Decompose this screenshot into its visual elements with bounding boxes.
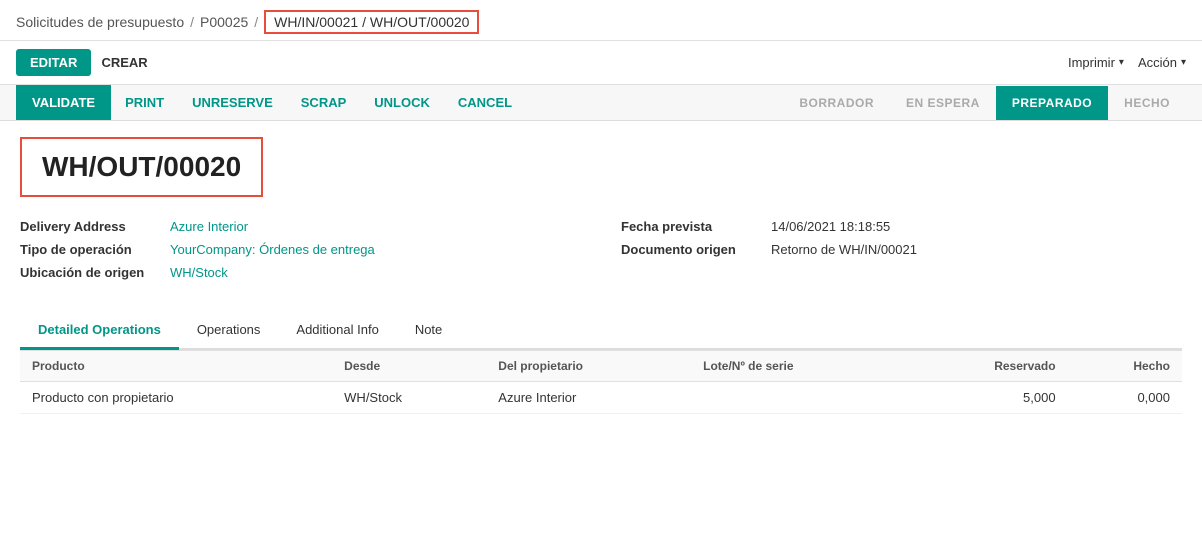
edit-button[interactable]: EDITAR [16, 49, 91, 76]
col-header-reservado: Reservado [907, 351, 1068, 382]
table-header-row: Producto Desde Del propietario Lote/Nº d… [20, 351, 1182, 382]
tab-additional-info[interactable]: Additional Info [278, 312, 396, 350]
field-ubicacion-origen: Ubicación de origen WH/Stock [20, 265, 581, 280]
cell-hecho: 0,000 [1068, 382, 1182, 414]
operations-table: Producto Desde Del propietario Lote/Nº d… [20, 350, 1182, 414]
create-button[interactable]: CREAR [101, 55, 147, 70]
field-label-ubicacion: Ubicación de origen [20, 265, 170, 280]
col-header-producto: Producto [20, 351, 332, 382]
status-hecho: HECHO [1108, 86, 1186, 120]
document-title: WH/OUT/00020 [42, 151, 241, 183]
field-value-doc-origen: Retorno de WH/IN/00021 [771, 242, 917, 257]
cell-reservado: 5,000 [907, 382, 1068, 414]
document-title-box: WH/OUT/00020 [20, 137, 263, 197]
workflow-bar: VALIDATE PRINT UNRESERVE SCRAP UNLOCK CA… [0, 85, 1202, 121]
field-value-delivery[interactable]: Azure Interior [170, 219, 248, 234]
field-label-fecha: Fecha prevista [621, 219, 771, 234]
field-fecha-prevista: Fecha prevista 14/06/2021 18:18:55 [621, 219, 1182, 234]
print-button[interactable]: PRINT [111, 85, 178, 120]
workflow-actions: VALIDATE PRINT UNRESERVE SCRAP UNLOCK CA… [16, 85, 526, 120]
action-label: Acción [1138, 55, 1177, 70]
tab-note[interactable]: Note [397, 312, 460, 350]
fields-right: Fecha prevista 14/06/2021 18:18:55 Docum… [621, 219, 1182, 288]
status-borrador: BORRADOR [783, 86, 890, 120]
col-header-hecho: Hecho [1068, 351, 1182, 382]
cell-lote [691, 382, 907, 414]
print-arrow-icon: ▾ [1119, 57, 1124, 68]
breadcrumb-p00025[interactable]: P00025 [200, 14, 248, 30]
unlock-button[interactable]: UNLOCK [360, 85, 444, 120]
fields-section: Delivery Address Azure Interior Tipo de … [20, 219, 1182, 288]
field-value-ubicacion[interactable]: WH/Stock [170, 265, 228, 280]
field-tipo-operacion: Tipo de operación YourCompany: Órdenes d… [20, 242, 581, 257]
scrap-button[interactable]: SCRAP [287, 85, 361, 120]
main-content: WH/OUT/00020 Delivery Address Azure Inte… [0, 121, 1202, 430]
validate-button[interactable]: VALIDATE [16, 85, 111, 120]
field-value-fecha: 14/06/2021 18:18:55 [771, 219, 890, 234]
col-header-propietario: Del propietario [486, 351, 691, 382]
tabs-bar: Detailed Operations Operations Additiona… [20, 312, 1182, 350]
col-header-lote: Lote/Nº de serie [691, 351, 907, 382]
breadcrumb-sep-1: / [190, 14, 194, 30]
cell-desde: WH/Stock [332, 382, 486, 414]
tab-operations[interactable]: Operations [179, 312, 279, 350]
col-header-desde: Desde [332, 351, 486, 382]
top-actions-left: EDITAR CREAR [16, 49, 148, 76]
breadcrumb: Solicitudes de presupuesto / P00025 / WH… [0, 0, 1202, 41]
cancel-button[interactable]: CANCEL [444, 85, 526, 120]
field-delivery-address: Delivery Address Azure Interior [20, 219, 581, 234]
fields-left: Delivery Address Azure Interior Tipo de … [20, 219, 581, 288]
print-dropdown[interactable]: Imprimir ▾ [1068, 55, 1124, 70]
status-bar: BORRADOR EN ESPERA PREPARADO HECHO [783, 86, 1186, 120]
print-label: Imprimir [1068, 55, 1115, 70]
action-arrow-icon: ▾ [1181, 57, 1186, 68]
breadcrumb-sep-2: / [254, 14, 258, 30]
field-documento-origen: Documento origen Retorno de WH/IN/00021 [621, 242, 1182, 257]
field-value-tipo[interactable]: YourCompany: Órdenes de entrega [170, 242, 375, 257]
field-label-delivery: Delivery Address [20, 219, 170, 234]
action-dropdown[interactable]: Acción ▾ [1138, 55, 1186, 70]
breadcrumb-solicitudes[interactable]: Solicitudes de presupuesto [16, 14, 184, 30]
field-label-tipo: Tipo de operación [20, 242, 170, 257]
top-action-bar: EDITAR CREAR Imprimir ▾ Acción ▾ [0, 41, 1202, 85]
cell-producto: Producto con propietario [20, 382, 332, 414]
status-en-espera: EN ESPERA [890, 86, 996, 120]
field-label-doc-origen: Documento origen [621, 242, 771, 257]
breadcrumb-current: WH/IN/00021 / WH/OUT/00020 [264, 10, 479, 34]
status-preparado: PREPARADO [996, 86, 1108, 120]
top-actions-right: Imprimir ▾ Acción ▾ [1068, 55, 1186, 70]
unreserve-button[interactable]: UNRESERVE [178, 85, 287, 120]
table-row: Producto con propietario WH/Stock Azure … [20, 382, 1182, 414]
cell-propietario: Azure Interior [486, 382, 691, 414]
tab-detailed-operations[interactable]: Detailed Operations [20, 312, 179, 350]
